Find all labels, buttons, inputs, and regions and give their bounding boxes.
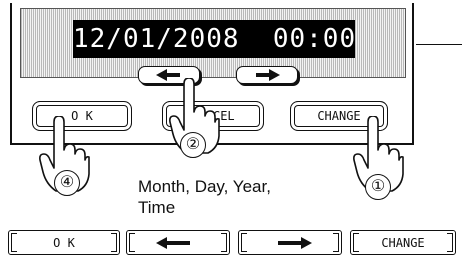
bracket-left: [129, 233, 135, 252]
bottom-ok-label: O K: [53, 235, 75, 250]
callout-line: [416, 44, 462, 45]
right-arrow-icon: [256, 69, 280, 81]
left-arrow-icon: [156, 236, 190, 249]
bottom-ok-button[interactable]: O K: [8, 230, 120, 255]
step-2-badge: ②: [180, 132, 206, 158]
bracket-right: [111, 233, 117, 252]
display-frame: 12/01/2008 00:00: [20, 8, 406, 84]
bracket-left: [241, 233, 247, 252]
bottom-left-arrow-button[interactable]: [126, 230, 230, 255]
instruction-note: Month, Day, Year, Time: [138, 177, 271, 217]
bracket-right: [447, 233, 453, 252]
bottom-change-button[interactable]: CHANGE: [350, 230, 456, 255]
bottom-right-arrow-button[interactable]: [238, 230, 342, 255]
step-1-badge: ①: [365, 174, 391, 200]
bottom-change-label: CHANGE: [381, 235, 425, 250]
right-arrow-icon: [278, 236, 312, 249]
right-arrow-button[interactable]: [236, 66, 298, 84]
step-4-badge: ④: [54, 170, 80, 196]
bracket-left: [353, 233, 359, 252]
bracket-right: [333, 233, 339, 252]
bracket-right: [221, 233, 227, 252]
datetime-display: 12/01/2008 00:00: [73, 20, 355, 58]
bracket-left: [11, 233, 17, 252]
